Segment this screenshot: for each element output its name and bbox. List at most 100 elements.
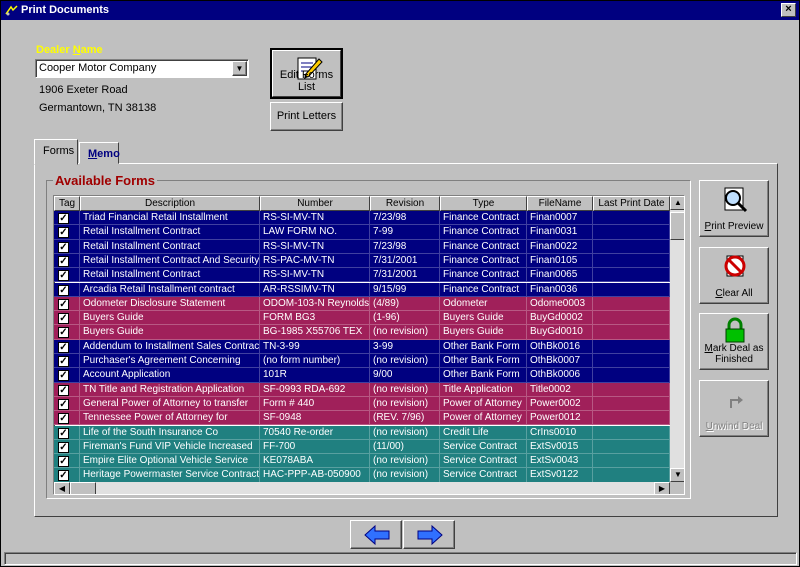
table-row[interactable]: ✓ Buyers Guide BG-1985 X55706 TEX (no revis… bbox=[54, 325, 670, 340]
table-row[interactable]: ✓ Empire Elite Optional Vehicle Service KE… bbox=[54, 454, 670, 469]
tab-memo[interactable]: Memo bbox=[79, 142, 120, 164]
clear-all-button[interactable]: Clear All bbox=[699, 247, 769, 304]
cell-description: Buyers Guide bbox=[80, 325, 260, 340]
dealer-select[interactable]: Cooper Motor Company ▼ bbox=[35, 59, 249, 78]
chevron-down-icon[interactable]: ▼ bbox=[232, 61, 247, 76]
tag-checkbox[interactable]: ✓ bbox=[58, 241, 69, 253]
cell-revision: 7/23/98 bbox=[370, 211, 440, 226]
table-row[interactable]: ✓ Life of the South Insurance Co 70540 Re-… bbox=[54, 425, 670, 440]
forms-grid[interactable]: Tag Description Number Revision Type Fil… bbox=[53, 195, 685, 495]
cell-last-print-date bbox=[593, 454, 670, 469]
tag-cell: ✓ bbox=[54, 339, 80, 354]
cell-number: BG-1985 X55706 TEX bbox=[260, 325, 370, 340]
cell-number: Form # 440 bbox=[260, 396, 370, 412]
tag-checkbox[interactable]: ✓ bbox=[58, 341, 69, 353]
tag-checkbox[interactable]: ✓ bbox=[58, 427, 69, 439]
edit-forms-list-label: Edit Forms List bbox=[279, 69, 334, 93]
horizontal-scrollbar[interactable]: ◀ ▶ bbox=[54, 482, 670, 494]
tag-checkbox[interactable]: ✓ bbox=[58, 456, 69, 468]
cell-revision: (no revision) bbox=[370, 468, 440, 483]
tag-checkbox[interactable]: ✓ bbox=[58, 413, 69, 425]
tag-checkbox[interactable]: ✓ bbox=[58, 356, 69, 367]
tag-checkbox[interactable]: ✓ bbox=[58, 270, 69, 282]
column-header-last-print-date[interactable]: Last Print Date bbox=[593, 196, 670, 211]
tag-checkbox[interactable]: ✓ bbox=[58, 313, 69, 325]
next-button[interactable] bbox=[403, 520, 455, 549]
cell-number: TN-3-99 bbox=[260, 339, 370, 354]
table-row[interactable]: ✓ Purchaser's Agreement Concerning (no for… bbox=[54, 354, 670, 369]
edit-forms-list-button[interactable]: Edit Forms List bbox=[270, 48, 343, 99]
cell-filename: OthBk0016 bbox=[527, 339, 593, 354]
table-row[interactable]: ✓ Account Application 101R 9/00 Other Bank F… bbox=[54, 368, 670, 383]
table-row[interactable]: ✓ TN Title and Registration Application SF… bbox=[54, 382, 670, 397]
cell-description: Heritage Powermaster Service Contract bbox=[80, 468, 260, 483]
cell-type: Finance Contract bbox=[440, 211, 527, 226]
unwind-deal-button[interactable]: Unwind Deal bbox=[699, 380, 769, 437]
vertical-scrollbar[interactable]: ▲ ▼ bbox=[670, 196, 684, 482]
print-letters-button[interactable]: Print Letters bbox=[270, 102, 343, 131]
hscroll-thumb[interactable] bbox=[70, 482, 96, 494]
tag-checkbox[interactable]: ✓ bbox=[58, 370, 69, 382]
print-preview-button[interactable]: Print Preview bbox=[699, 180, 769, 237]
table-row[interactable]: ✓ Odometer Disclosure Statement ODOM-103-N… bbox=[54, 296, 670, 312]
column-header-filename[interactable]: FileName bbox=[527, 196, 593, 211]
mark-deal-finished-button[interactable]: Mark Deal as Finished bbox=[699, 313, 769, 370]
column-header-revision[interactable]: Revision bbox=[370, 196, 440, 211]
cell-revision: (no revision) bbox=[370, 325, 440, 340]
cell-type: Power of Attorney bbox=[440, 411, 527, 426]
status-bar bbox=[4, 552, 797, 565]
cell-filename: BuyGd0010 bbox=[527, 325, 593, 340]
table-row[interactable]: ✓ Fireman's Fund VIP Vehicle Increased FF-… bbox=[54, 439, 670, 455]
table-row[interactable]: ✓ Heritage Powermaster Service Contract HA… bbox=[54, 468, 670, 483]
previous-button[interactable] bbox=[350, 520, 402, 549]
dealer-select-value: Cooper Motor Company bbox=[39, 62, 157, 74]
table-row[interactable]: ✓ Retail Installment Contract RS-SI-MV-TN 7… bbox=[54, 239, 670, 254]
scroll-up-icon[interactable]: ▲ bbox=[670, 196, 684, 210]
cell-type: Other Bank Form bbox=[440, 368, 527, 383]
tag-checkbox[interactable]: ✓ bbox=[58, 470, 69, 482]
scroll-down-icon[interactable]: ▼ bbox=[670, 468, 684, 482]
tag-checkbox[interactable]: ✓ bbox=[58, 213, 69, 224]
column-header-tag[interactable]: Tag bbox=[54, 196, 80, 211]
tag-checkbox[interactable]: ✓ bbox=[58, 255, 69, 267]
tag-checkbox[interactable]: ✓ bbox=[58, 398, 69, 410]
tag-checkbox[interactable]: ✓ bbox=[58, 384, 69, 396]
table-row[interactable]: ✓ Retail Installment Contract RS-SI-MV-TN 7… bbox=[54, 268, 670, 283]
column-header-number[interactable]: Number bbox=[260, 196, 370, 211]
tag-checkbox[interactable]: ✓ bbox=[58, 441, 69, 453]
tag-checkbox[interactable]: ✓ bbox=[58, 284, 69, 296]
cell-type: Buyers Guide bbox=[440, 311, 527, 326]
table-row[interactable]: ✓ General Power of Attorney to transfer Fo… bbox=[54, 396, 670, 412]
cell-revision: 7/31/2001 bbox=[370, 268, 440, 283]
cell-type: Service Contract bbox=[440, 454, 527, 469]
tag-cell: ✓ bbox=[54, 368, 80, 383]
table-row[interactable]: ✓ Retail Installment Contract And Securit… bbox=[54, 253, 670, 269]
tag-cell: ✓ bbox=[54, 425, 80, 440]
column-header-type[interactable]: Type bbox=[440, 196, 527, 211]
scroll-thumb[interactable] bbox=[670, 212, 684, 240]
cell-last-print-date bbox=[593, 268, 670, 283]
cell-filename: OthBk0007 bbox=[527, 354, 593, 369]
cell-description: Account Application bbox=[80, 368, 260, 383]
tag-checkbox[interactable]: ✓ bbox=[58, 298, 69, 310]
tag-checkbox[interactable]: ✓ bbox=[58, 227, 69, 239]
table-row[interactable]: ✓ Buyers Guide FORM BG3 (1-96) Buyers Guide B… bbox=[54, 311, 670, 326]
cell-last-print-date bbox=[593, 311, 670, 326]
table-row[interactable]: ✓ Tennessee Power of Attorney for SF-0948(… bbox=[54, 411, 670, 426]
cell-filename: CrIns0010 bbox=[527, 425, 593, 440]
scroll-left-icon[interactable]: ◀ bbox=[54, 482, 70, 494]
close-button[interactable]: × bbox=[781, 3, 796, 17]
table-row[interactable]: ✓ Arcadia Retail Installment contract AR-R… bbox=[54, 282, 670, 297]
table-row[interactable]: ✓ Retail Installment Contract LAW FORM NO.… bbox=[54, 225, 670, 240]
unwind-deal-label: Unwind Deal bbox=[705, 421, 763, 432]
cell-type: Finance Contract bbox=[440, 225, 527, 240]
tag-checkbox[interactable]: ✓ bbox=[58, 327, 69, 339]
cell-description: Retail Installment Contract bbox=[80, 268, 260, 283]
table-row[interactable]: ✓ Triad Financial Retail Installment RS-SI… bbox=[54, 211, 670, 226]
scroll-right-icon[interactable]: ▶ bbox=[654, 482, 670, 494]
tab-forms[interactable]: Forms bbox=[34, 139, 78, 165]
cell-filename: BuyGd0002 bbox=[527, 311, 593, 326]
column-header-description[interactable]: Description bbox=[80, 196, 260, 211]
table-row[interactable]: ✓ Addendum to Installment Sales Contract T… bbox=[54, 339, 670, 354]
cell-revision: (REV. 7/96) bbox=[370, 411, 440, 426]
